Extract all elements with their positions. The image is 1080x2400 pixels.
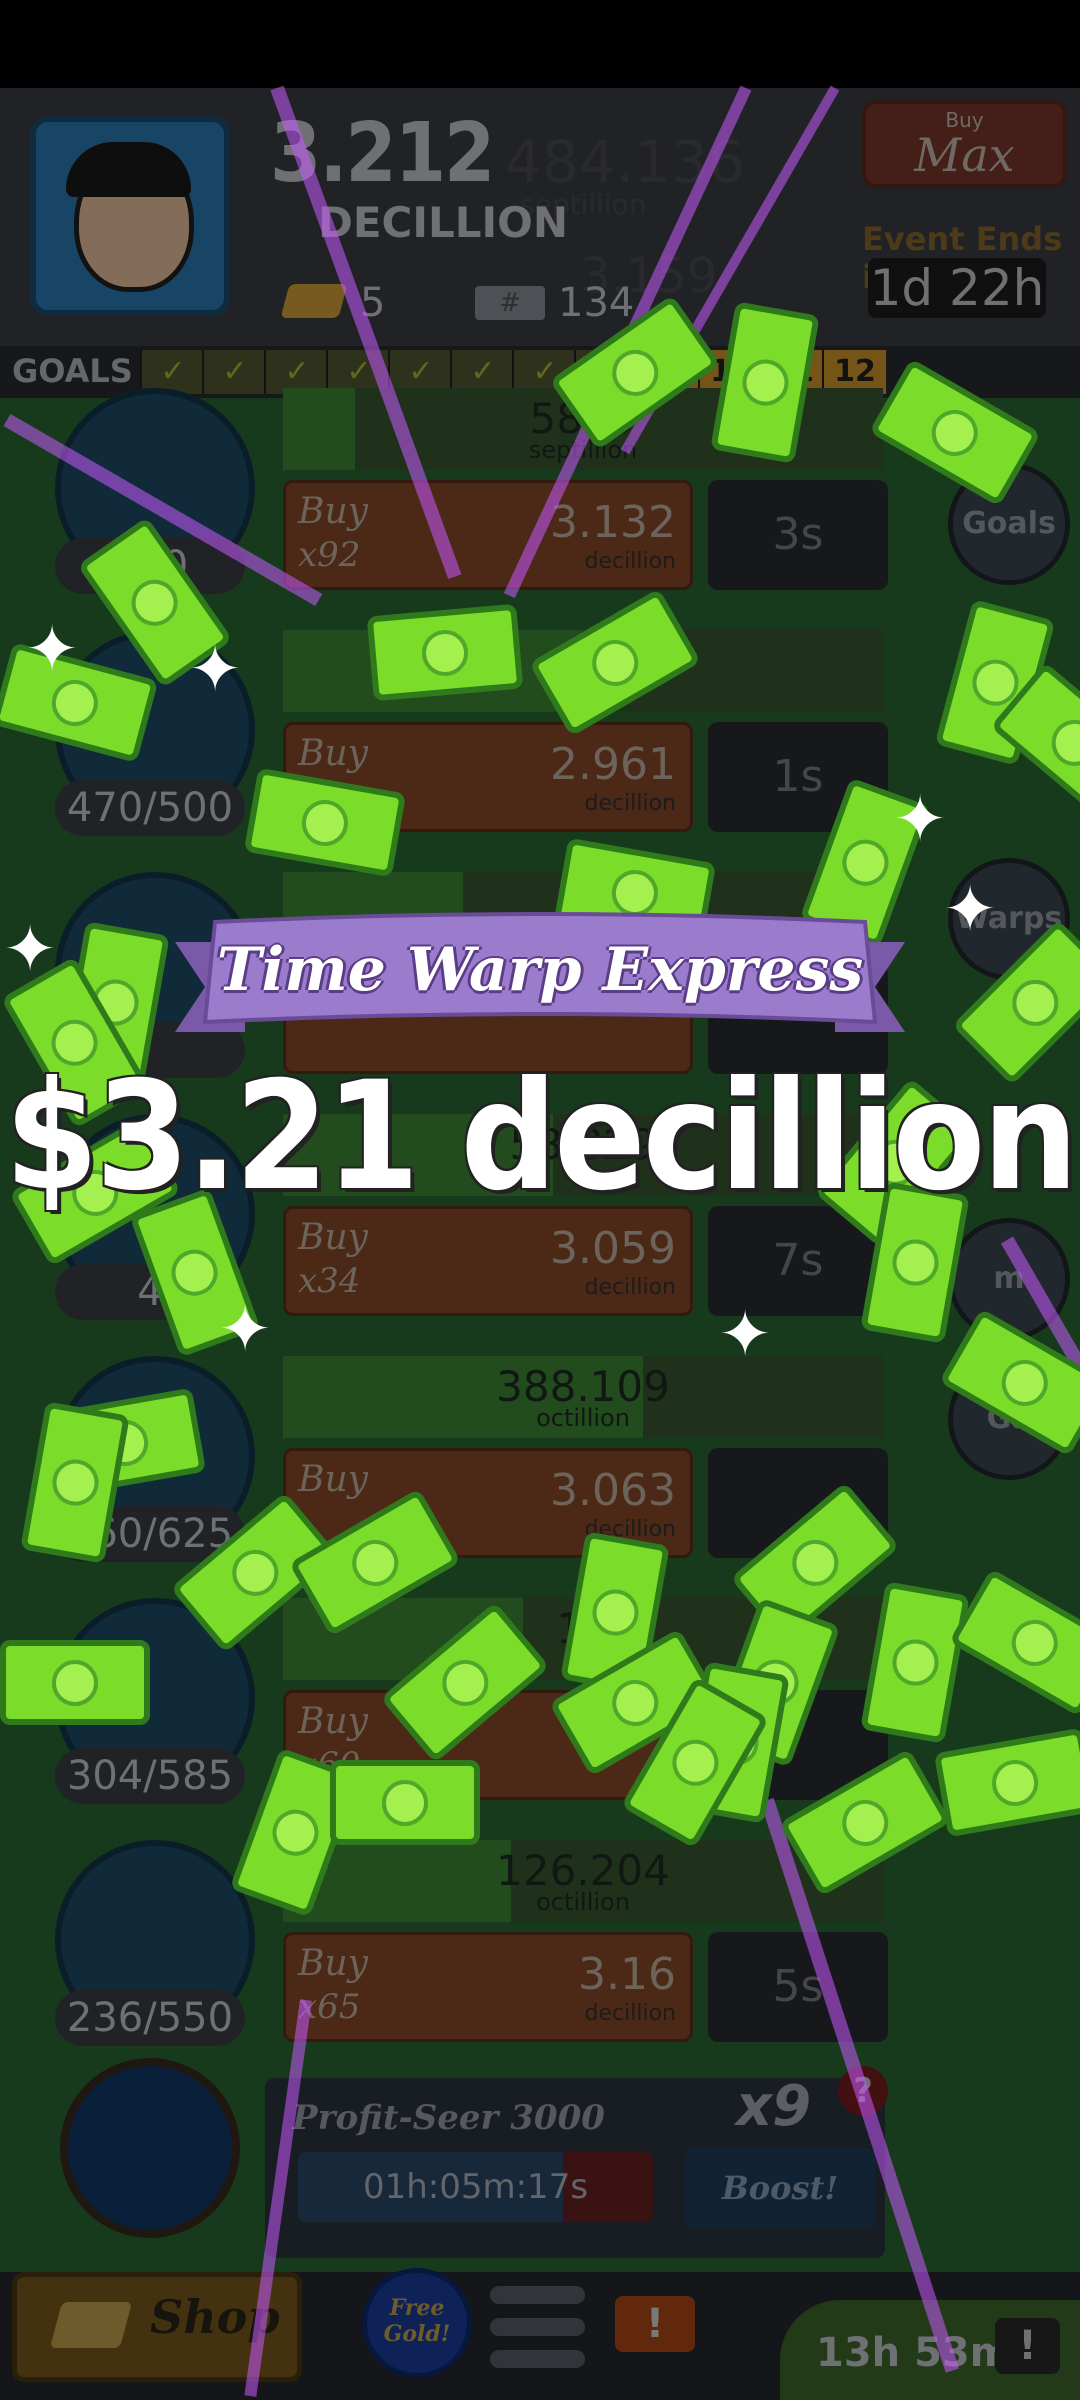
sparkle-icon: ✦ — [893, 783, 947, 857]
cash-bill-icon — [0, 1640, 150, 1725]
cash-bill-icon — [366, 603, 524, 702]
sparkle-icon: ✦ — [218, 1293, 272, 1367]
reward-amount: $3.21 decillion — [4, 1050, 1079, 1224]
sparkle-icon: ✦ — [3, 913, 57, 987]
sparkle-icon: ✦ — [718, 1298, 772, 1372]
sparkle-icon: ✦ — [188, 633, 242, 707]
sparkle-icon: ✦ — [25, 613, 79, 687]
cash-bill-icon — [330, 1760, 480, 1845]
reward-title: Time Warp Express — [216, 935, 864, 1005]
sparkle-icon: ✦ — [943, 873, 997, 947]
status-bar — [0, 0, 1080, 88]
